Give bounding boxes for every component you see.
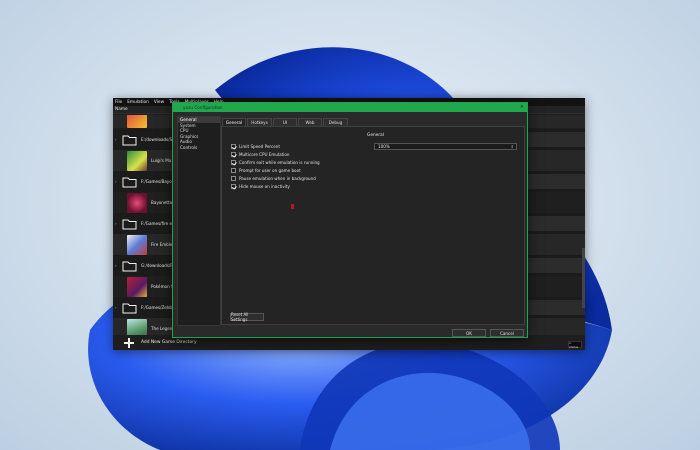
option-label: Pause emulation when in background bbox=[239, 176, 316, 181]
folder-path: F:/Games/Zelda t bbox=[141, 305, 176, 310]
game-thumbnail-icon bbox=[127, 234, 147, 255]
checkbox[interactable] bbox=[231, 144, 236, 149]
configuration-dialog: yuzu Configuration × General System CPU … bbox=[172, 102, 528, 338]
tab-general[interactable]: General bbox=[222, 118, 246, 126]
expand-arrow-icon[interactable]: › bbox=[115, 305, 121, 310]
checkbox[interactable] bbox=[231, 160, 236, 165]
menu-file[interactable]: File bbox=[115, 100, 122, 105]
plus-icon bbox=[124, 337, 134, 348]
option-label: Limit Speed Percent bbox=[239, 144, 280, 149]
game-title: Pokémon S bbox=[151, 284, 174, 289]
status-badge: x-status bbox=[568, 341, 582, 349]
game-thumbnail-icon bbox=[127, 192, 147, 213]
game-title: The Legen bbox=[151, 326, 173, 331]
tab-debug[interactable]: Debug bbox=[323, 118, 348, 126]
menu-view[interactable]: View bbox=[154, 100, 164, 105]
tab-hotkeys[interactable]: Hotkeys bbox=[247, 118, 272, 126]
game-title: Luigi's Ma bbox=[151, 158, 172, 163]
reset-all-settings-button[interactable]: Reset All Settings bbox=[230, 312, 264, 322]
expand-arrow-icon[interactable]: › bbox=[115, 137, 121, 142]
option-label: Prompt for user on game boot bbox=[239, 168, 301, 173]
option-multicore[interactable]: Multicore CPU Emulation bbox=[231, 152, 289, 157]
dialog-titlebar[interactable]: yuzu Configuration × bbox=[173, 103, 527, 112]
column-cell bbox=[526, 216, 585, 231]
folder-icon bbox=[122, 176, 137, 188]
tab-bar: General Hotkeys UI Web Debug bbox=[222, 118, 349, 126]
folder-icon bbox=[122, 302, 137, 314]
option-prompt-user[interactable]: Prompt for user on game boot bbox=[231, 168, 301, 173]
game-thumbnail-icon bbox=[127, 318, 147, 335]
category-controls[interactable]: Controls bbox=[178, 145, 220, 151]
cancel-button[interactable]: Cancel bbox=[490, 329, 524, 337]
option-label: Hide mouse on inactivity bbox=[239, 184, 290, 189]
option-label: Multicore CPU Emulation bbox=[239, 152, 290, 157]
speed-value: 100% bbox=[378, 144, 390, 149]
game-title: Fire Emble bbox=[151, 242, 173, 247]
general-tab-panel: General Limit Speed Percent Multicore CP… bbox=[221, 126, 525, 325]
expand-arrow-icon[interactable]: › bbox=[115, 263, 121, 268]
folder-path: G:/downloads/Po bbox=[141, 263, 176, 268]
checkbox[interactable] bbox=[231, 184, 236, 189]
dialog-title: yuzu Configuration bbox=[183, 105, 223, 110]
category-list: General System CPU Graphics Audio Contro… bbox=[177, 116, 221, 326]
speed-percent-spinbox[interactable]: 100% ⇕ bbox=[374, 143, 517, 150]
folder-icon bbox=[122, 134, 137, 146]
game-title: Bayonetta bbox=[151, 200, 173, 205]
column-cell bbox=[526, 258, 585, 273]
section-title: General bbox=[367, 133, 384, 138]
checkbox[interactable] bbox=[231, 152, 236, 157]
tab-web[interactable]: Web bbox=[298, 118, 322, 126]
close-icon[interactable]: × bbox=[520, 104, 524, 111]
folder-path: F:/Games/fire em bbox=[141, 221, 176, 226]
list-scrollbar[interactable] bbox=[582, 248, 585, 308]
option-hide-mouse[interactable]: Hide mouse on inactivity bbox=[231, 184, 290, 189]
folder-path: E:/downloads/Sw bbox=[141, 137, 176, 142]
game-thumbnail-icon bbox=[127, 276, 147, 297]
checkbox[interactable] bbox=[231, 176, 236, 181]
checkbox[interactable] bbox=[231, 168, 236, 173]
folder-icon bbox=[122, 260, 137, 272]
expand-arrow-icon[interactable]: › bbox=[115, 179, 121, 184]
game-thumbnail-icon bbox=[127, 150, 147, 171]
option-label: Confirm exit while emulation is running bbox=[239, 160, 320, 165]
option-confirm-exit[interactable]: Confirm exit while emulation is running bbox=[231, 160, 320, 165]
add-directory-label: Add New Game Directory bbox=[141, 340, 197, 345]
spin-arrows-icon[interactable]: ⇕ bbox=[511, 144, 514, 150]
column-cell bbox=[526, 132, 585, 147]
menu-emulation[interactable]: Emulation bbox=[127, 100, 149, 105]
folder-icon bbox=[122, 218, 137, 230]
ok-button[interactable]: OK bbox=[452, 329, 486, 337]
column-cell bbox=[526, 300, 585, 315]
tab-ui[interactable]: UI bbox=[273, 118, 297, 126]
column-cell bbox=[526, 174, 585, 189]
option-limit-speed[interactable]: Limit Speed Percent bbox=[231, 144, 280, 149]
mouse-cursor-icon bbox=[291, 204, 294, 209]
game-thumbnail-icon bbox=[127, 115, 147, 128]
expand-arrow-icon[interactable]: › bbox=[115, 221, 121, 226]
option-pause-background[interactable]: Pause emulation when in background bbox=[231, 176, 316, 181]
